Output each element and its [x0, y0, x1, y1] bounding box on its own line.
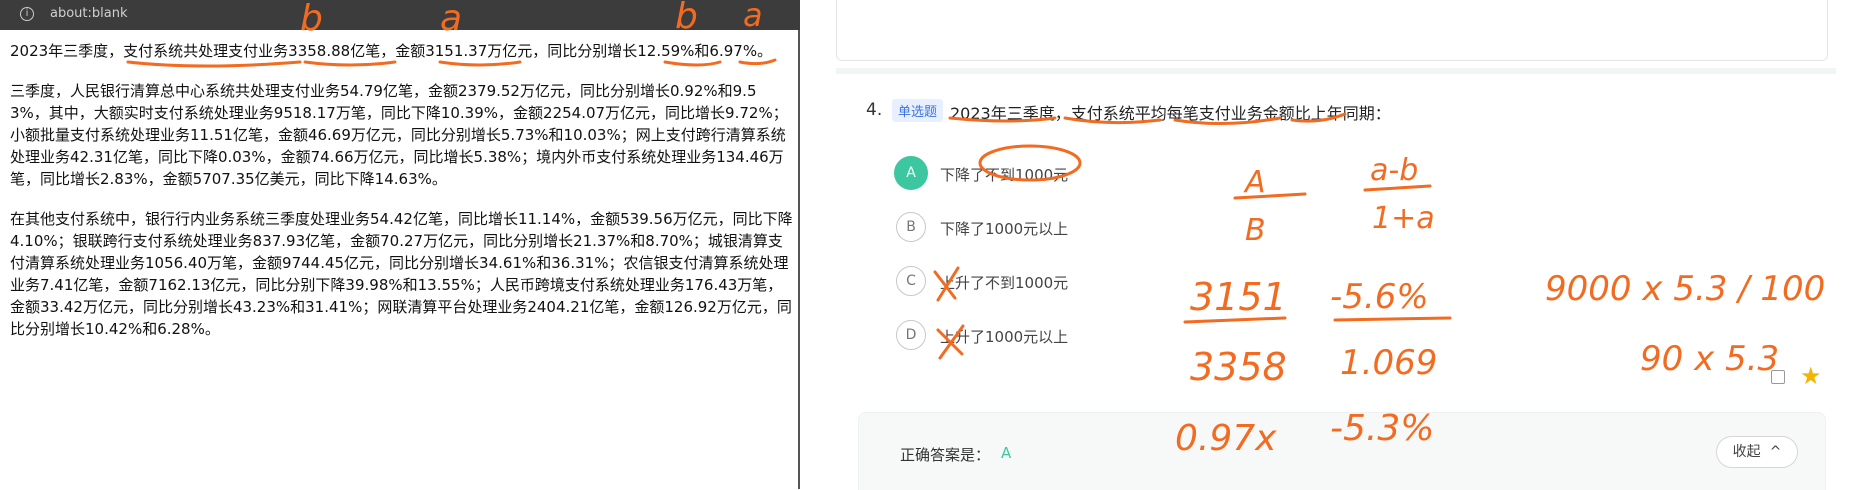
option-letter[interactable]: A	[894, 156, 928, 190]
paragraph: 在其他支付系统中，银行行内业务系统三季度处理业务54.42亿笔，同比增长11.1…	[10, 210, 793, 338]
collapse-button[interactable]: 收起 ^	[1716, 436, 1798, 468]
address-text[interactable]: about:blank	[50, 6, 128, 21]
option-letter[interactable]: B	[896, 212, 926, 242]
chevron-up-icon: ^	[1765, 444, 1782, 460]
star-icon[interactable]: ★	[1800, 362, 1822, 390]
question-type-tag: 单选题	[892, 99, 944, 122]
answer-label: 正确答案是：	[900, 446, 991, 464]
question-text: 2023年三季度，支付系统平均每笔支付业务金额比上年同期：	[950, 104, 1391, 123]
option-label: 下降了1000元以上	[940, 220, 1069, 238]
collapse-label: 收起	[1732, 444, 1761, 460]
option-label: 下降了不到1000元	[940, 166, 1069, 184]
option-label: 上升了不到1000元	[940, 274, 1069, 292]
option-letter[interactable]: D	[896, 320, 926, 350]
document-body: 2023年三季度，支付系统共处理支付业务3358.88亿笔，金额3151.37万…	[10, 40, 795, 358]
previous-question-card	[836, 0, 1828, 61]
answer-value: A	[1001, 444, 1012, 462]
copy-icon[interactable]	[1771, 370, 1785, 384]
browser-window: i about:blank 2023年三季度，支付系统共处理支付业务3358.8…	[0, 0, 800, 489]
paragraph: 2023年三季度，支付系统共处理支付业务3358.88亿笔，金额3151.37万…	[10, 42, 773, 60]
paragraph: 三季度，人民银行清算总中心系统共处理支付业务54.79亿笔，金额2379.52万…	[10, 82, 788, 188]
info-icon[interactable]: i	[20, 7, 34, 21]
option-letter[interactable]: C	[896, 266, 926, 296]
option-label: 上升了1000元以上	[940, 328, 1069, 346]
question-number: 4.	[866, 100, 883, 120]
browser-titlebar: i about:blank	[0, 0, 800, 30]
divider	[836, 68, 1836, 74]
quiz-panel: 4. 单选题 2023年三季度，支付系统平均每笔支付业务金额比上年同期： A 下…	[836, 0, 1836, 490]
